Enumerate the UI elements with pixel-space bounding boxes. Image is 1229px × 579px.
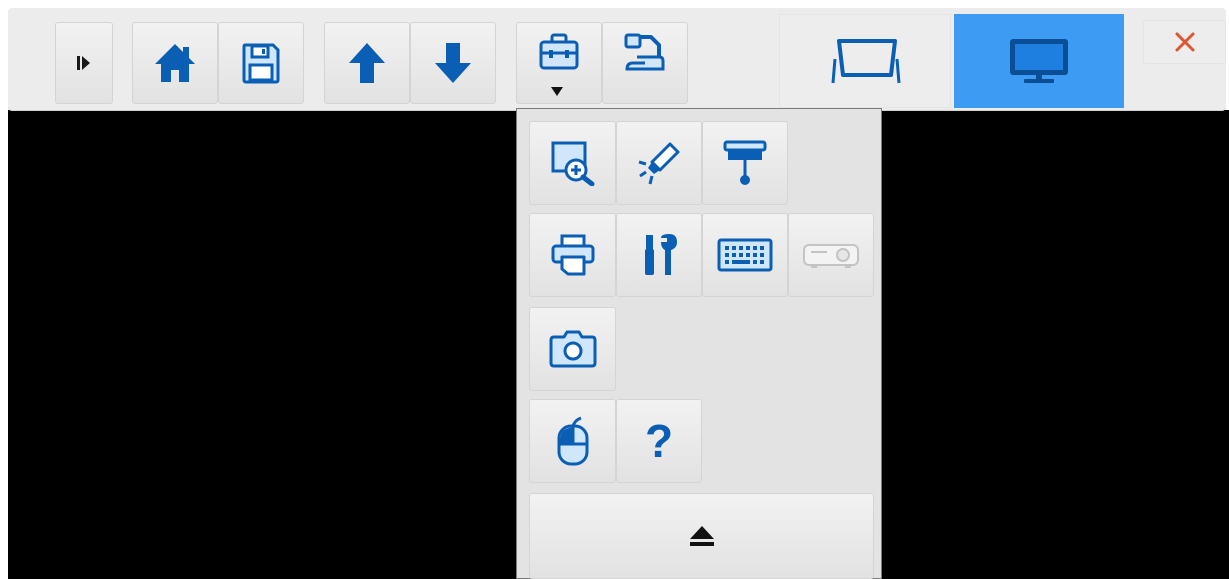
- magnifier-button[interactable]: [529, 121, 616, 205]
- whiteboard-icon: [829, 35, 901, 87]
- magnifier-icon: [550, 140, 596, 186]
- camera-icon: [548, 329, 598, 369]
- move-up-button[interactable]: [324, 22, 410, 104]
- print-button[interactable]: [529, 213, 616, 297]
- save-button[interactable]: [218, 22, 304, 104]
- visualizer-button[interactable]: [602, 22, 688, 104]
- settings-tools-button[interactable]: [616, 213, 702, 297]
- keyboard-icon: [717, 238, 773, 272]
- screen-shade-button[interactable]: [702, 121, 788, 205]
- home-button[interactable]: [132, 22, 218, 104]
- monitor-icon: [1006, 37, 1072, 85]
- help-button[interactable]: ?: [616, 399, 702, 483]
- document-camera-icon: [623, 33, 667, 73]
- printer-icon: [550, 233, 596, 277]
- app-window: ?: [0, 0, 1229, 579]
- arrow-down-icon: [433, 41, 473, 85]
- arrow-up-icon: [347, 41, 387, 85]
- play-pause-icon: [77, 55, 91, 71]
- expand-toggle-button[interactable]: [55, 22, 113, 104]
- keyboard-button[interactable]: [702, 213, 788, 297]
- spotlight-icon: [636, 140, 682, 186]
- spotlight-button[interactable]: [616, 121, 702, 205]
- whiteboard-mode-button[interactable]: [779, 14, 951, 108]
- eject-icon: [689, 525, 715, 547]
- screen-shade-icon: [722, 139, 768, 187]
- dropdown-caret-icon: [551, 87, 563, 96]
- toolbox-icon: [538, 33, 580, 71]
- mouse-button[interactable]: [529, 399, 616, 483]
- close-icon: [1173, 30, 1197, 54]
- projector-icon: [801, 240, 861, 270]
- projector-button: [788, 213, 874, 297]
- home-icon: [153, 42, 197, 84]
- close-button[interactable]: [1143, 20, 1226, 64]
- floppy-disk-icon: [241, 42, 281, 84]
- help-icon: ?: [644, 415, 674, 467]
- collapse-menu-button[interactable]: [529, 493, 874, 579]
- move-down-button[interactable]: [410, 22, 496, 104]
- mouse-icon: [555, 416, 591, 466]
- settings-tools-icon: [639, 232, 679, 278]
- desktop-mode-button[interactable]: [954, 14, 1124, 108]
- camera-button[interactable]: [529, 307, 616, 391]
